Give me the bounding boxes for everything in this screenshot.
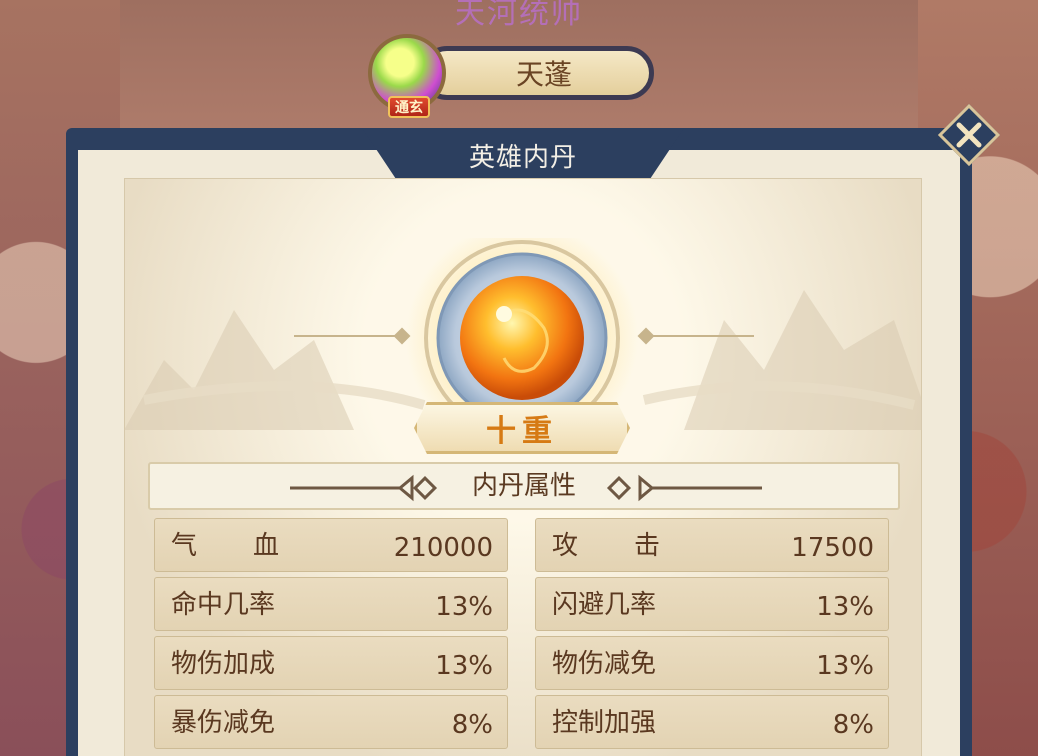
attr-row-attack: 攻击 17500 bbox=[535, 518, 889, 572]
hero-name: 天蓬 bbox=[515, 58, 572, 91]
attr-label: 暴伤减免 bbox=[171, 708, 276, 738]
attr-label: 命中几率 bbox=[171, 590, 276, 620]
panel-title: 英雄内丹 bbox=[468, 142, 577, 173]
attr-label: 物伤加成 bbox=[171, 649, 276, 679]
attr-row-hp: 气血 210000 bbox=[154, 518, 508, 572]
attr-row-phys-damage-bonus: 物伤加成 13% bbox=[154, 636, 508, 690]
attr-value: 17500 bbox=[791, 533, 874, 563]
close-button[interactable] bbox=[937, 103, 1001, 167]
hero-rank-badge: 通玄 bbox=[388, 96, 430, 118]
attr-row-hit-rate: 命中几率 13% bbox=[154, 577, 508, 631]
attr-label: 控制加强 bbox=[552, 708, 657, 738]
attr-value: 13% bbox=[435, 651, 493, 681]
attr-row-dodge-rate: 闪避几率 13% bbox=[535, 577, 889, 631]
close-icon bbox=[956, 122, 982, 148]
attributes-section-header: 内丹属性 bbox=[148, 462, 900, 510]
core-level-plate: 十重 bbox=[414, 402, 630, 454]
hero-name-bar: 天蓬 bbox=[420, 46, 654, 100]
attr-row-crit-damage-reduction: 暴伤减免 8% bbox=[154, 695, 508, 749]
attr-value: 8% bbox=[832, 710, 874, 740]
attr-label: 气血 bbox=[171, 531, 336, 561]
attr-label: 闪避几率 bbox=[552, 590, 657, 620]
attr-row-phys-damage-reduction: 物伤减免 13% bbox=[535, 636, 889, 690]
attr-value: 13% bbox=[435, 592, 493, 622]
attr-value: 13% bbox=[816, 592, 874, 622]
attr-value: 210000 bbox=[393, 533, 493, 563]
attributes-section-title: 内丹属性 bbox=[471, 471, 576, 501]
attr-value: 13% bbox=[816, 651, 874, 681]
core-level-label: 十重 bbox=[486, 414, 558, 449]
attr-label: 物伤减免 bbox=[552, 649, 657, 679]
attr-row-control-boost: 控制加强 8% bbox=[535, 695, 889, 749]
attr-label: 攻击 bbox=[552, 531, 717, 561]
attr-value: 8% bbox=[451, 710, 493, 740]
hero-title: 天河统帅 bbox=[455, 0, 583, 31]
game-scene: 天河统帅 天蓬 通玄 英雄内丹 十重 内丹属性 气血 210000 命中几率 1… bbox=[0, 0, 1038, 756]
